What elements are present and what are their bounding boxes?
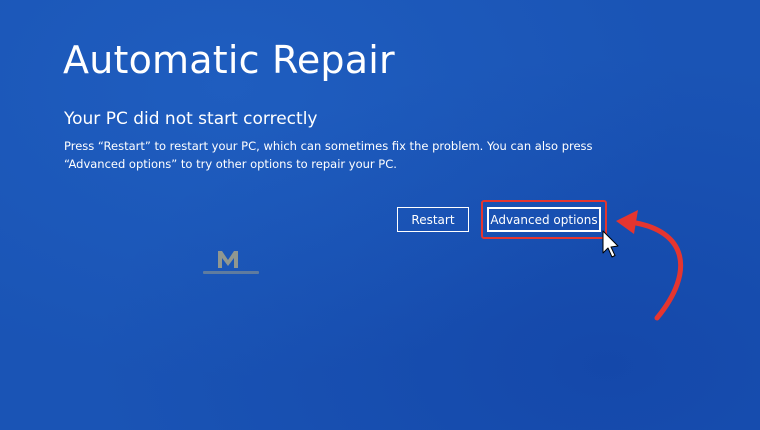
- error-subtitle: Your PC did not start correctly: [64, 109, 318, 129]
- restart-button[interactable]: Restart: [397, 207, 469, 232]
- annotation-highlight-box: [481, 200, 607, 239]
- curved-arrow-icon: [616, 210, 684, 321]
- error-description: Press “Restart” to restart your PC, whic…: [64, 139, 593, 171]
- recovery-screen: Automatic Repair Your PC did not start c…: [0, 0, 760, 430]
- watermark-logo-icon: [218, 251, 238, 268]
- watermark-tagline: [203, 271, 259, 274]
- page-title: Automatic Repair: [63, 38, 395, 82]
